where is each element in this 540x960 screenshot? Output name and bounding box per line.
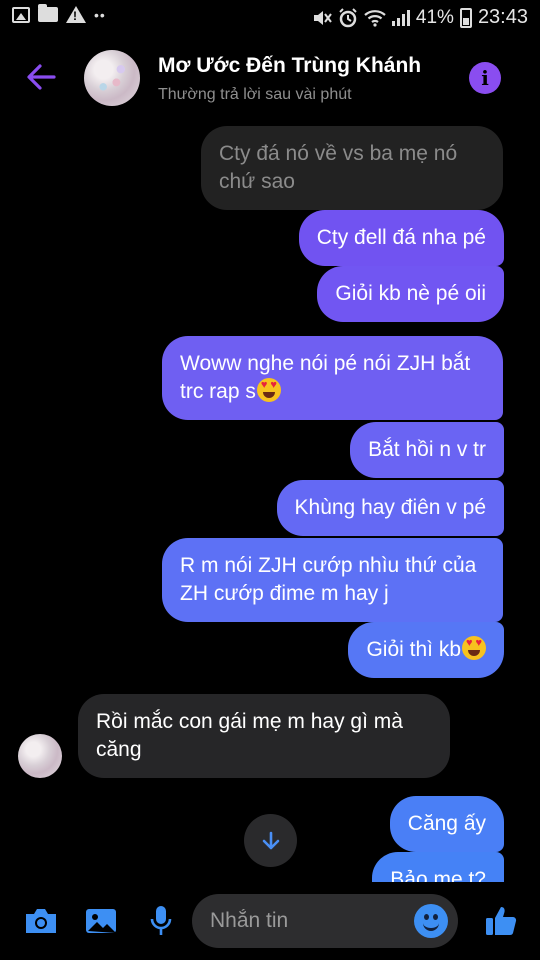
message-text: R m nói ZJH cướp nhìu thứ của ZH cướp đi…	[180, 554, 477, 605]
info-icon[interactable]: i	[469, 62, 501, 94]
battery-percent: 41%	[415, 6, 454, 28]
message-text: Giỏi kb nè pé oii	[335, 282, 486, 305]
message-input-container[interactable]	[192, 894, 458, 948]
wifi-icon	[364, 9, 386, 27]
message-bubble-outgoing[interactable]: Giỏi thì kb	[348, 622, 504, 678]
contact-avatar-small[interactable]	[18, 734, 62, 778]
message-bubble-outgoing[interactable]: Woww nghe nói pé nói ZJH bắt trc rap s	[162, 336, 503, 420]
message-text: Giỏi thì kb	[366, 638, 461, 661]
scroll-to-bottom-button[interactable]	[244, 814, 297, 867]
message-input[interactable]	[210, 894, 400, 948]
message-bubble-incoming[interactable]: Cty đá nó về vs ba mẹ nó chứ sao	[201, 126, 503, 210]
arrow-down-icon	[262, 831, 279, 849]
contact-avatar[interactable]	[84, 50, 140, 106]
message-bubble-outgoing[interactable]: Căng ấy	[389, 796, 504, 852]
message-text: Woww nghe nói pé nói ZJH bắt trc rap s	[180, 352, 471, 403]
message-text: Khùng hay điên v pé	[294, 496, 486, 519]
message-bubble-outgoing[interactable]: Giỏi kb nè pé oii	[317, 266, 504, 322]
message-composer	[0, 882, 540, 960]
contact-name[interactable]: Mơ Ước Đến Trùng Khánh	[158, 54, 421, 78]
message-text: Bắt hồi n v tr	[368, 438, 486, 461]
clock: 23:43	[477, 6, 528, 28]
back-arrow-icon	[27, 64, 56, 90]
back-button[interactable]	[24, 60, 58, 94]
message-bubble-outgoing[interactable]: R m nói ZJH cướp nhìu thứ của ZH cướp đi…	[162, 538, 503, 622]
message-list[interactable]: Cty đá nó về vs ba mẹ nó chứ sao Cty đel…	[0, 120, 540, 882]
message-text: Cty đá nó về vs ba mẹ nó chứ sao	[219, 142, 458, 193]
status-bar: •• 41% 23:43	[0, 0, 540, 36]
message-bubble-outgoing[interactable]: Bảo mẹ t?	[372, 852, 504, 882]
message-bubble-outgoing[interactable]: Cty đell đá nha pé	[298, 210, 504, 266]
camera-button[interactable]	[22, 902, 60, 940]
battery-icon	[459, 7, 472, 28]
voice-button[interactable]	[142, 902, 180, 940]
message-bubble-outgoing[interactable]: Khùng hay điên v pé	[276, 480, 504, 536]
folder-notification-icon	[38, 4, 58, 22]
alarm-icon	[339, 7, 357, 27]
more-notifications-icon: ••	[94, 6, 106, 23]
message-text: Căng ấy	[407, 812, 486, 835]
image-notification-icon	[12, 6, 30, 23]
message-bubble-incoming[interactable]: Rồi mắc con gái mẹ m hay gì mà căng	[78, 694, 450, 778]
message-text: Bảo mẹ t?	[390, 868, 486, 882]
camera-icon	[26, 909, 56, 933]
thumbs-up-icon	[486, 907, 517, 935]
message-bubble-outgoing[interactable]: Bắt hồi n v tr	[350, 422, 504, 478]
gallery-button[interactable]	[82, 902, 120, 940]
mute-icon	[313, 10, 332, 25]
conversation-header: Mơ Ước Đến Trùng Khánh Thường trả lời sa…	[0, 36, 540, 120]
heart-eyes-emoji-icon	[256, 378, 281, 402]
message-text: Cty đell đá nha pé	[316, 226, 486, 249]
emoji-button[interactable]	[414, 904, 448, 938]
microphone-icon	[150, 906, 172, 935]
image-icon	[86, 909, 116, 933]
warning-notification-icon	[66, 6, 86, 23]
contact-status: Thường trả lời sau vài phút	[158, 86, 352, 103]
heart-eyes-emoji-icon	[462, 636, 486, 660]
like-button[interactable]	[482, 902, 520, 940]
signal-icon	[391, 9, 410, 26]
message-text: Rồi mắc con gái mẹ m hay gì mà căng	[96, 710, 403, 761]
